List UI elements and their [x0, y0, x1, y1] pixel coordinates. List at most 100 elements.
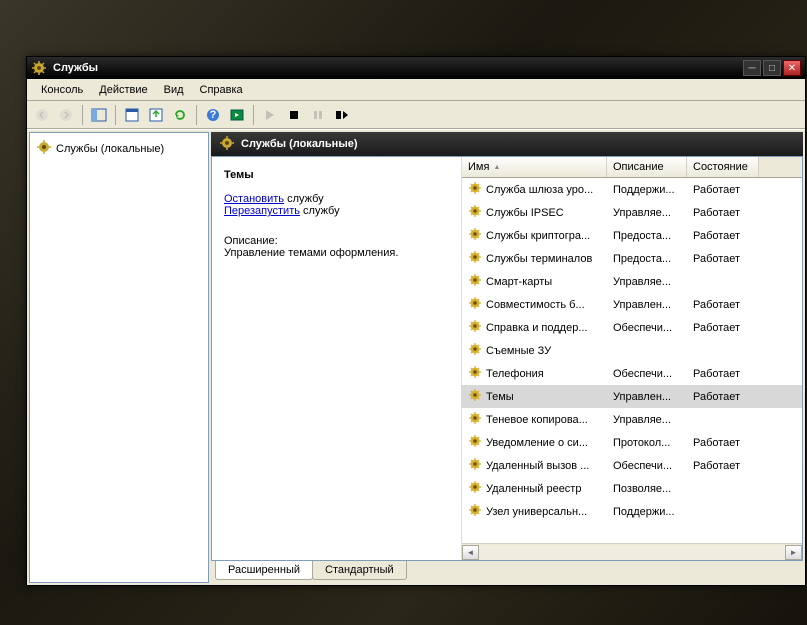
services-window: Службы ─ □ ✕ Консоль Действие Вид Справк… — [26, 56, 806, 586]
service-row[interactable]: Служба шлюза уро... Поддержи...Работает — [462, 178, 802, 201]
service-state: Работает — [687, 298, 759, 312]
service-row[interactable]: Смарт-карты Управляе... — [462, 270, 802, 293]
properties-button[interactable] — [121, 104, 143, 126]
service-row[interactable]: Темы Управлен...Работает — [462, 385, 802, 408]
service-name: Узел универсальн... — [486, 506, 587, 518]
service-name: Теневое копирова... — [486, 414, 588, 426]
column-description[interactable]: Описание — [607, 157, 687, 177]
selected-service-name: Темы — [224, 169, 449, 181]
titlebar[interactable]: Службы ─ □ ✕ — [27, 57, 805, 79]
menu-action[interactable]: Действие — [91, 82, 155, 98]
menu-console[interactable]: Консоль — [33, 82, 91, 98]
stop-service-button[interactable] — [283, 104, 305, 126]
gear-icon — [468, 434, 482, 451]
service-row[interactable]: ТелефонияОбеспечи...Работает — [462, 362, 802, 385]
service-description: Поддержи... — [607, 183, 687, 197]
gear-icon — [468, 250, 482, 267]
tree-root[interactable]: Службы (локальные) — [34, 137, 204, 160]
tab-extended[interactable]: Расширенный — [215, 561, 313, 580]
service-row[interactable]: Удаленный реестр Позволяе... — [462, 477, 802, 500]
service-row[interactable]: Службы IPSECУправляе...Работает — [462, 201, 802, 224]
service-state: Работает — [687, 206, 759, 220]
close-button[interactable]: ✕ — [783, 60, 801, 76]
service-row[interactable]: Теневое копирова...Управляе... — [462, 408, 802, 431]
service-state: Работает — [687, 436, 759, 450]
gear-icon — [468, 411, 482, 428]
panel-header: Службы (локальные) — [211, 132, 803, 156]
scroll-left-button[interactable]: ◄ — [462, 545, 479, 560]
stop-link[interactable]: Остановить — [224, 193, 284, 205]
menu-view[interactable]: Вид — [156, 82, 192, 98]
service-state: Работает — [687, 390, 759, 404]
scroll-right-button[interactable]: ► — [785, 545, 802, 560]
service-name: Служба шлюза уро... — [486, 184, 593, 196]
service-description: Обеспечи... — [607, 321, 687, 335]
service-description: Протокол... — [607, 436, 687, 450]
back-button[interactable] — [31, 104, 53, 126]
tree-root-label: Службы (локальные) — [56, 143, 164, 155]
service-state — [687, 350, 759, 352]
run-button[interactable] — [226, 104, 248, 126]
scroll-track[interactable] — [479, 545, 785, 560]
service-name: Темы — [486, 391, 514, 403]
show-hide-tree-button[interactable] — [88, 104, 110, 126]
gear-icon — [468, 388, 482, 405]
service-row[interactable]: Удаленный вызов ...Обеспечи...Работает — [462, 454, 802, 477]
minimize-button[interactable]: ─ — [743, 60, 761, 76]
service-state — [687, 281, 759, 283]
service-description: Управлен... — [607, 390, 687, 404]
sort-asc-icon: ▲ — [493, 164, 500, 171]
service-description: Управлен... — [607, 298, 687, 312]
service-row[interactable]: Уведомление о си...Протокол...Работает — [462, 431, 802, 454]
gear-icon — [468, 457, 482, 474]
start-service-button[interactable] — [259, 104, 281, 126]
service-description: Управляе... — [607, 275, 687, 289]
toolbar: ? — [27, 101, 805, 129]
gear-icon — [468, 503, 482, 520]
service-name: Удаленный реестр — [486, 483, 581, 495]
service-state: Работает — [687, 183, 759, 197]
horizontal-scrollbar[interactable]: ◄ ► — [462, 543, 802, 560]
gear-icon — [468, 342, 482, 359]
service-description: Позволяе... — [607, 482, 687, 496]
forward-button[interactable] — [55, 104, 77, 126]
service-name: Смарт-карты — [486, 276, 552, 288]
restart-link[interactable]: Перезапустить — [224, 205, 300, 217]
column-state[interactable]: Состояние — [687, 157, 759, 177]
service-description: Обеспечи... — [607, 367, 687, 381]
service-row[interactable]: Совместимость б... Управлен...Работает — [462, 293, 802, 316]
service-name: Справка и поддер... — [486, 322, 587, 334]
services-icon — [219, 135, 235, 154]
service-state: Работает — [687, 321, 759, 335]
refresh-button[interactable] — [169, 104, 191, 126]
gear-icon — [468, 181, 482, 198]
pause-service-button[interactable] — [307, 104, 329, 126]
service-state — [687, 511, 759, 513]
column-name[interactable]: Имя ▲ — [462, 157, 607, 177]
export-button[interactable] — [145, 104, 167, 126]
service-row[interactable]: Службы терминаловПредоста...Работает — [462, 247, 802, 270]
service-row[interactable]: Справка и поддер... Обеспечи...Работает — [462, 316, 802, 339]
service-name: Удаленный вызов ... — [486, 460, 589, 472]
menu-help[interactable]: Справка — [192, 82, 251, 98]
service-row[interactable]: Узел универсальн...Поддержи... — [462, 500, 802, 523]
service-name: Службы криптогра... — [486, 230, 590, 242]
tree-pane[interactable]: Службы (локальные) — [29, 132, 209, 583]
menubar: Консоль Действие Вид Справка — [27, 79, 805, 101]
service-row[interactable]: Службы криптогра...Предоста...Работает — [462, 224, 802, 247]
service-state — [687, 488, 759, 490]
service-name: Совместимость б... — [486, 299, 585, 311]
list-header: Имя ▲ Описание Состояние — [462, 157, 802, 178]
service-row[interactable]: Съемные ЗУ — [462, 339, 802, 362]
service-list[interactable]: Служба шлюза уро...Поддержи...РаботаетСл… — [462, 178, 802, 543]
restart-service-button[interactable] — [331, 104, 353, 126]
service-description: Управляе... — [607, 206, 687, 220]
gear-icon — [468, 296, 482, 313]
service-state — [687, 419, 759, 421]
gear-icon — [468, 227, 482, 244]
service-state: Работает — [687, 367, 759, 381]
maximize-button[interactable]: □ — [763, 60, 781, 76]
tab-standard[interactable]: Стандартный — [312, 561, 407, 580]
view-tabs: Расширенный Стандартный — [211, 561, 803, 583]
help-button[interactable]: ? — [202, 104, 224, 126]
